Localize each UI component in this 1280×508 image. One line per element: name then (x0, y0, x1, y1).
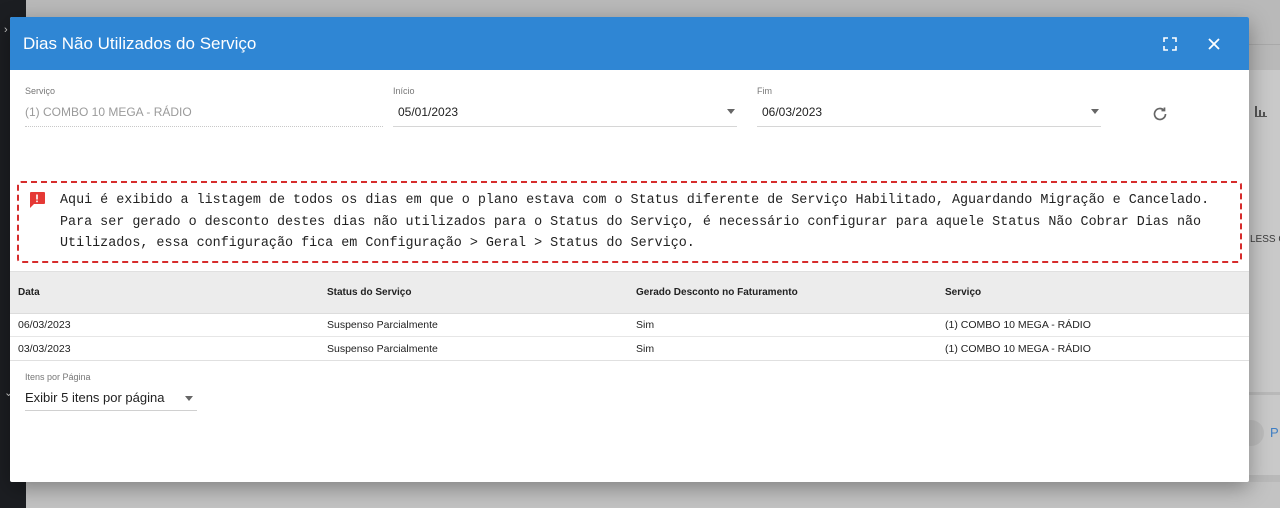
dropdown-arrow-icon (1091, 109, 1099, 114)
background-text: LESS C (1250, 234, 1280, 245)
start-date-field[interactable]: Início 05/01/2023 (393, 86, 737, 127)
items-per-page-select[interactable]: Exibir 5 itens por página (25, 390, 197, 411)
table-row[interactable]: 03/03/2023 Suspenso Parcialmente Sim (1)… (10, 337, 1249, 360)
service-label: Serviço (25, 86, 56, 96)
table-row[interactable]: 06/03/2023 Suspenso Parcialmente Sim (1)… (10, 314, 1249, 337)
service-field: Serviço (1) COMBO 10 MEGA - RÁDIO (25, 86, 383, 127)
refresh-button[interactable] (1151, 105, 1171, 125)
cell-date: 03/03/2023 (18, 342, 71, 355)
alert-message-icon (30, 192, 45, 208)
column-header-status[interactable]: Status do Serviço (327, 287, 411, 298)
background-divider (1249, 44, 1280, 45)
column-header-date[interactable]: Data (18, 287, 40, 298)
start-date-label: Início (393, 86, 415, 96)
items-per-page-field[interactable]: Itens por Página Exibir 5 itens por pági… (25, 372, 197, 411)
background-link: P (1270, 425, 1279, 440)
items-per-page-value: Exibir 5 itens por página (25, 390, 165, 405)
fullscreen-button[interactable] (1157, 31, 1183, 57)
close-icon (1208, 38, 1220, 50)
notice-text: Aqui é exibido a listagem de todos os di… (60, 190, 1235, 255)
notice-line: Utilizados, essa configuração fica em Co… (60, 236, 695, 251)
refresh-icon (1153, 107, 1167, 121)
bar-chart-icon (1254, 104, 1268, 121)
dialog-title: Dias Não Utilizados do Serviço (23, 34, 257, 53)
end-date-label: Fim (757, 86, 772, 96)
dropdown-arrow-icon (185, 396, 193, 401)
service-value: (1) COMBO 10 MEGA - RÁDIO (25, 105, 383, 127)
cell-discount: Sim (636, 319, 655, 331)
unused-days-dialog: Dias Não Utilizados do Serviço Serviço (… (10, 17, 1249, 482)
cell-discount: Sim (636, 342, 655, 355)
column-header-service[interactable]: Serviço (945, 287, 981, 298)
chevron-right-icon: › (4, 24, 8, 36)
dropdown-arrow-icon (727, 109, 735, 114)
fullscreen-icon (1163, 37, 1177, 51)
unused-days-table: Data Status do Serviço Gerado Desconto n… (10, 271, 1249, 361)
notice-line: Para ser gerado o desconto destes dias n… (60, 214, 1202, 230)
table-header: Data Status do Serviço Gerado Desconto n… (10, 271, 1249, 314)
background-footer (26, 482, 1280, 508)
cell-service: (1) COMBO 10 MEGA - RÁDIO (945, 319, 1091, 331)
end-date-value: 06/03/2023 (762, 105, 823, 119)
cell-status: Suspenso Parcialmente (327, 319, 438, 331)
cell-date: 06/03/2023 (18, 319, 71, 331)
cell-status: Suspenso Parcialmente (327, 342, 438, 355)
close-button[interactable] (1201, 31, 1227, 57)
notice-box: Aqui é exibido a listagem de todos os di… (17, 181, 1242, 263)
dialog-header: Dias Não Utilizados do Serviço (10, 17, 1249, 70)
column-header-discount[interactable]: Gerado Desconto no Faturamento (636, 287, 798, 298)
cell-service: (1) COMBO 10 MEGA - RÁDIO (945, 342, 1091, 355)
items-per-page-label: Itens por Página (25, 372, 91, 382)
end-date-field[interactable]: Fim 06/03/2023 (757, 86, 1101, 127)
end-date-select[interactable]: 06/03/2023 (757, 105, 1101, 127)
start-date-value: 05/01/2023 (398, 105, 459, 119)
start-date-select[interactable]: 05/01/2023 (393, 105, 737, 127)
notice-line: Aqui é exibido a listagem de todos os di… (60, 193, 1210, 208)
